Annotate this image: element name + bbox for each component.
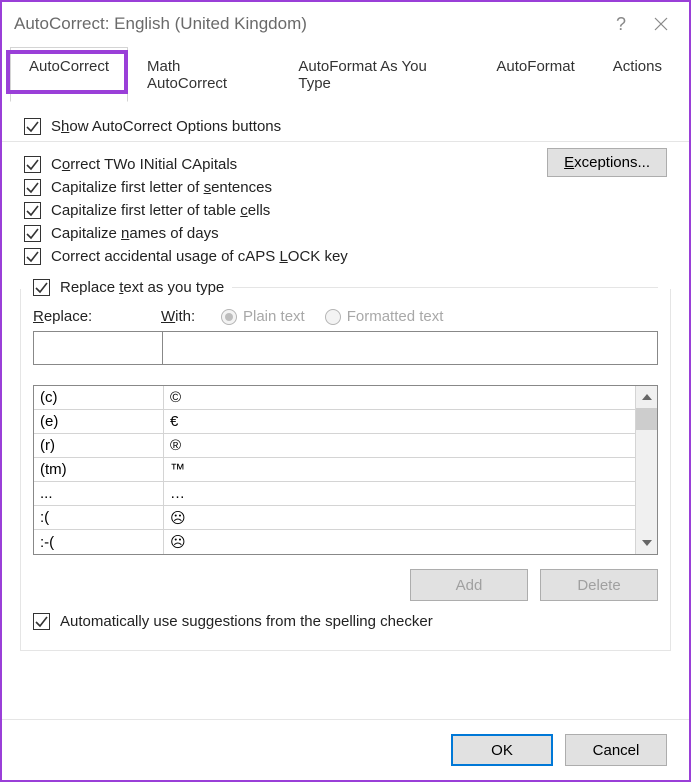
tab-actions[interactable]: Actions [594,47,681,102]
with-cell: … [164,485,635,502]
scrollbar[interactable] [635,386,657,554]
days-checkbox[interactable] [24,225,41,242]
with-field-label: With: [161,308,211,325]
delete-button[interactable]: Delete [540,569,658,601]
ok-button[interactable]: OK [451,734,553,766]
replace-input[interactable] [33,331,163,365]
table-row[interactable]: (r)® [34,434,635,458]
replace-cell: ... [34,482,164,505]
replace-cell: (tm) [34,458,164,481]
formatted-text-label: Formatted text [347,308,444,325]
autocorrect-table[interactable]: (c)©(e)€(r)®(tm)™...…:(☹:-(☹ [33,385,658,555]
days-label: Capitalize names of days [51,225,219,242]
replace-group: Replace text as you type Replace: With: … [20,289,671,651]
exceptions-button[interactable]: Exceptions... [547,148,667,177]
cells-checkbox[interactable] [24,202,41,219]
two-caps-label: Correct TWo INitial CApitals [51,156,237,173]
replace-field-label: Replace: [33,308,161,325]
spellcheck-checkbox[interactable] [33,613,50,630]
table-row[interactable]: (e)€ [34,410,635,434]
add-button[interactable]: Add [410,569,528,601]
scroll-up-icon[interactable] [636,386,657,408]
replace-cell: (r) [34,434,164,457]
plain-text-radio[interactable] [221,309,237,325]
replace-cell: :( [34,506,164,529]
table-row[interactable]: (c)© [34,386,635,410]
with-cell: ☹ [164,533,635,551]
with-cell: ☹ [164,509,635,527]
replace-cell: :-( [34,530,164,554]
with-cell: © [164,389,635,406]
tab-autocorrect[interactable]: AutoCorrect [10,47,128,102]
tab-autoformat-as-you-type[interactable]: AutoFormat As You Type [279,47,477,102]
tab-strip: AutoCorrect Math AutoCorrect AutoFormat … [10,46,681,102]
replace-cell: (e) [34,410,164,433]
replace-checkbox[interactable] [33,279,50,296]
scroll-down-icon[interactable] [636,532,657,554]
tab-autoformat[interactable]: AutoFormat [477,47,593,102]
dialog-title: AutoCorrect: English (United Kingdom) [14,14,601,34]
scroll-thumb[interactable] [636,408,657,430]
spellcheck-label: Automatically use suggestions from the s… [60,613,433,630]
table-row[interactable]: ...… [34,482,635,506]
table-row[interactable]: :(☹ [34,506,635,530]
title-bar: AutoCorrect: English (United Kingdom) ? [2,2,689,46]
caps-lock-checkbox[interactable] [24,248,41,265]
table-row[interactable]: (tm)™ [34,458,635,482]
sentences-label: Capitalize first letter of sentences [51,179,272,196]
with-cell: ® [164,437,635,454]
cancel-button[interactable]: Cancel [565,734,667,766]
dialog-footer: OK Cancel [2,719,689,780]
cells-label: Capitalize first letter of table cells [51,202,270,219]
caps-lock-label: Correct accidental usage of cAPS LOCK ke… [51,248,348,265]
tab-math-autocorrect[interactable]: Math AutoCorrect [128,47,279,102]
formatted-text-radio[interactable] [325,309,341,325]
sentences-checkbox[interactable] [24,179,41,196]
table-row[interactable]: :-(☹ [34,530,635,554]
close-button[interactable] [641,4,681,44]
show-options-checkbox[interactable] [24,118,41,135]
with-input[interactable] [163,331,658,365]
replace-cell: (c) [34,386,164,409]
help-button[interactable]: ? [601,4,641,44]
plain-text-label: Plain text [243,308,305,325]
replace-label: Replace text as you type [60,279,224,296]
with-cell: € [164,413,635,430]
show-options-label: Show AutoCorrect Options buttons [51,118,281,135]
two-caps-checkbox[interactable] [24,156,41,173]
with-cell: ™ [164,461,635,478]
